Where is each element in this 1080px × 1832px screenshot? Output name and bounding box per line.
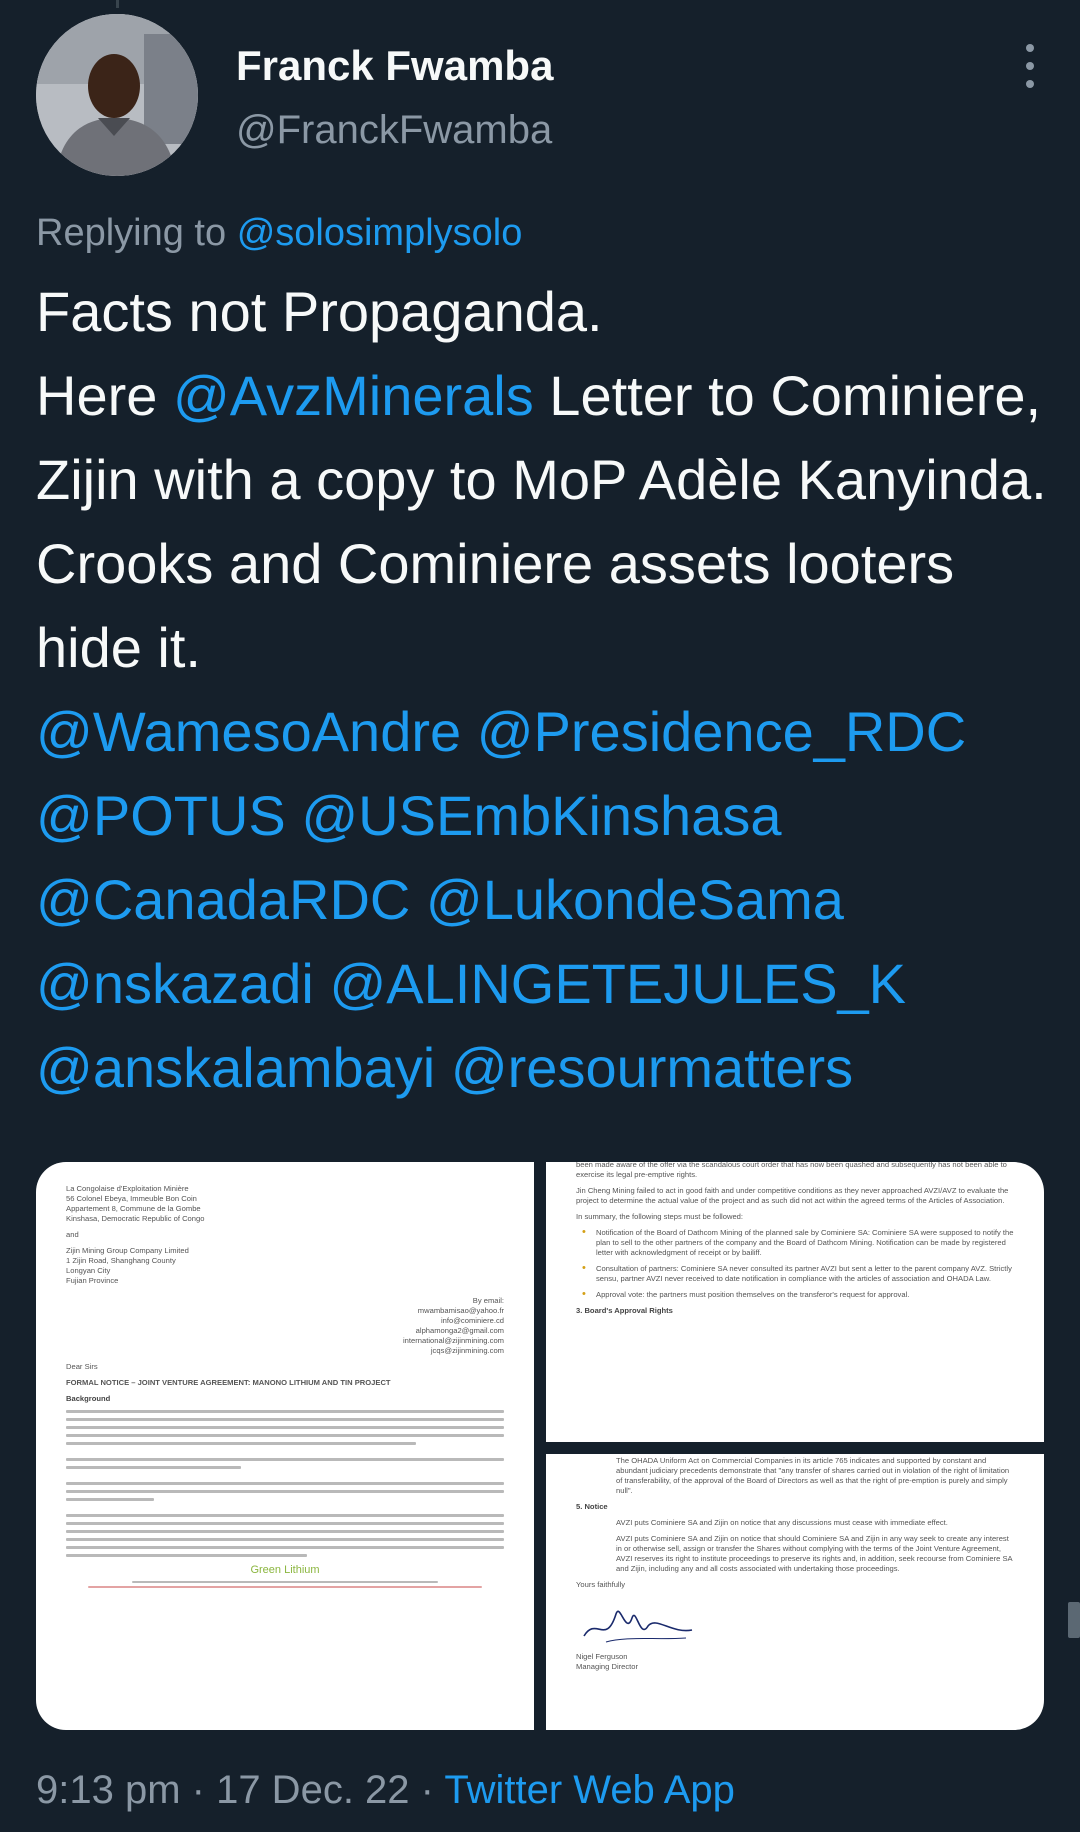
mention-link[interactable]: @resourmatters [451,1036,853,1099]
reply-prefix: Replying to [36,212,227,254]
doc1-address-2: Zijin Mining Group Company Limited 1 Zij… [66,1246,189,1285]
doc1-subject: FORMAL NOTICE – JOINT VENTURE AGREEMENT:… [66,1378,391,1387]
doc1-emails: mwambamisao@yahoo.fr info@cominiere.cd a… [403,1306,504,1355]
tweet-date[interactable]: 17 Dec. 22 [216,1768,409,1812]
doc2-summary: In summary, the following steps must be … [576,1212,743,1221]
document-image-2[interactable]: been made aware of the offer via the sca… [546,1162,1044,1442]
doc3-p2: AVZI puts Cominiere SA and Zijin on noti… [616,1534,1013,1573]
tweet-body: Here @AvzMinerals Letter to Cominiere, Z… [36,354,1056,690]
more-vertical-icon[interactable] [1020,44,1040,88]
mention-link[interactable]: @USEmbKinshasa [301,784,781,847]
mention-link[interactable]: @Presidence_RDC [477,700,966,763]
doc1-by-email: By email: [472,1296,504,1305]
meta-separator: · [409,1768,445,1812]
document-image-1[interactable]: La Congolaise d'Exploitation Minière 56 … [36,1162,534,1730]
doc1-and: and [66,1230,79,1239]
reply-context: Replying to @solosimplysolo [36,212,522,255]
tweet-time[interactable]: 9:13 pm [36,1768,181,1812]
reply-to-link[interactable]: @solosimplysolo [237,212,523,254]
doc2-bullet: Approval vote: the partners must positio… [576,1289,1014,1300]
signature-image [583,1610,693,1643]
tweet-header: Franck Fwamba @FranckFwamba [36,14,1044,176]
mention-link[interactable]: @CanadaRDC [36,868,410,931]
more-dot [1026,44,1034,52]
thread-connector-line [116,0,119,8]
doc2-paragraph: Jin Cheng Mining failed to act in good f… [576,1186,1009,1205]
doc1-background: Background [66,1394,111,1403]
more-dot [1026,62,1034,70]
doc3-signer: Nigel Ferguson [576,1652,628,1661]
doc3-p1: AVZI puts Cominiere SA and Zijin on noti… [616,1518,948,1527]
mentions: @WamesoAndre @Presidence_RDC @POTUS @USE… [36,690,1056,1110]
mention-link[interactable]: @anskalambayi [36,1036,435,1099]
doc3-top: The OHADA Uniform Act on Commercial Comp… [616,1456,1010,1495]
tweet-line-1: Facts not Propaganda. [36,280,603,343]
more-dot [1026,80,1034,88]
doc2-bullet: Consultation of partners: Cominiere SA n… [576,1263,1014,1284]
doc2-bullet: Notification of the Board of Dathcom Min… [576,1227,1014,1258]
author-handle[interactable]: @FranckFwamba [236,108,552,153]
doc3-closing: Yours faithfully [576,1580,626,1589]
tweet-here: Here [36,364,173,427]
doc3-signer-title: Managing Director [576,1662,639,1671]
mention-link[interactable]: @LukondeSama [426,868,844,931]
mention-link[interactable]: @ALINGETEJULES_K [329,952,906,1015]
doc1-address-1: La Congolaise d'Exploitation Minière 56 … [66,1184,205,1223]
doc2-heading: 3. Board's Approval Rights [576,1306,673,1315]
avatar[interactable] [36,14,198,176]
doc1-dear: Dear Sirs [66,1362,98,1371]
source-app-link[interactable]: Twitter Web App [444,1768,735,1812]
scrollbar-thumb[interactable] [1068,1602,1080,1638]
author-name[interactable]: Franck Fwamba [236,42,553,90]
meta-separator: · [180,1768,217,1812]
avatar-photo [36,14,198,176]
document-image-3[interactable]: The OHADA Uniform Act on Commercial Comp… [546,1454,1044,1730]
media-grid: La Congolaise d'Exploitation Minière 56 … [36,1162,1044,1730]
doc1-text-lines [66,1410,504,1557]
mention-link[interactable]: @AvzMinerals [173,364,534,427]
mention-link[interactable]: @WamesoAndre [36,700,461,763]
mention-link[interactable]: @nskazadi [36,952,314,1015]
mention-link[interactable]: @POTUS [36,784,286,847]
doc1-footer-logo: Green Lithium [250,1564,320,1576]
doc2-top: been made aware of the offer via the sca… [576,1162,1007,1179]
doc3-heading: 5. Notice [576,1502,608,1511]
tweet-text: Facts not Propaganda. Here @AvzMinerals … [36,270,1056,1110]
tweet-metadata: 9:13 pm · 17 Dec. 22 · Twitter Web App [36,1768,735,1813]
